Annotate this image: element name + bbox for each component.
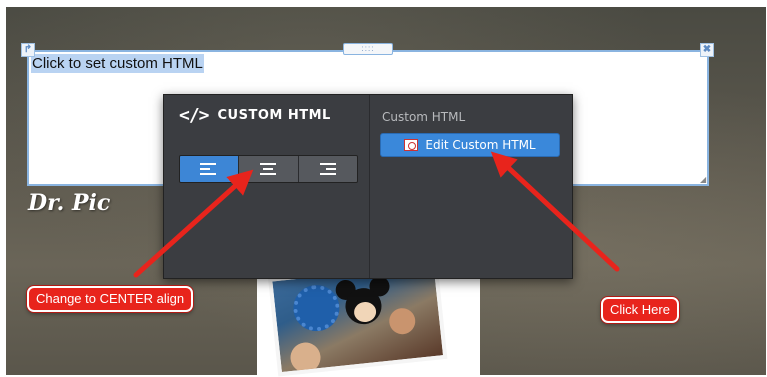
panel-left-section: </> CUSTOM HTML: [164, 95, 370, 278]
align-left-button[interactable]: [180, 156, 240, 182]
move-icon[interactable]: ↱: [21, 43, 35, 57]
edit-custom-html-button[interactable]: Edit Custom HTML: [380, 133, 560, 157]
panel-title: CUSTOM HTML: [217, 107, 331, 123]
callout-change-center: Change to CENTER align: [27, 286, 194, 312]
callout-click-here: Click Here: [601, 297, 679, 323]
section-label: Custom HTML: [382, 110, 466, 124]
align-center-icon: [260, 163, 277, 175]
html-edit-icon: [404, 139, 419, 151]
custom-html-placeholder[interactable]: Click to set custom HTML: [31, 54, 204, 73]
close-icon[interactable]: ✖: [700, 43, 714, 57]
align-right-button[interactable]: [298, 156, 357, 182]
page-title: Dr. Pic: [28, 190, 111, 216]
code-icon: </>: [179, 104, 209, 126]
photo-person: [289, 341, 323, 374]
drag-handle[interactable]: ::::: [343, 43, 393, 55]
best-show-rosette: [291, 282, 342, 334]
photo-person: [387, 306, 417, 336]
alignment-toggle-group: [179, 155, 358, 183]
align-right-icon: [319, 163, 336, 175]
resize-grip-icon[interactable]: ◢: [700, 176, 708, 184]
panel-header: </> CUSTOM HTML: [179, 104, 331, 126]
align-center-button[interactable]: [239, 156, 299, 182]
edit-button-label: Edit Custom HTML: [425, 138, 536, 152]
align-left-icon: [200, 163, 216, 175]
custom-html-panel: </> CUSTOM HTML Custom HTML Edit Custom …: [163, 94, 573, 279]
